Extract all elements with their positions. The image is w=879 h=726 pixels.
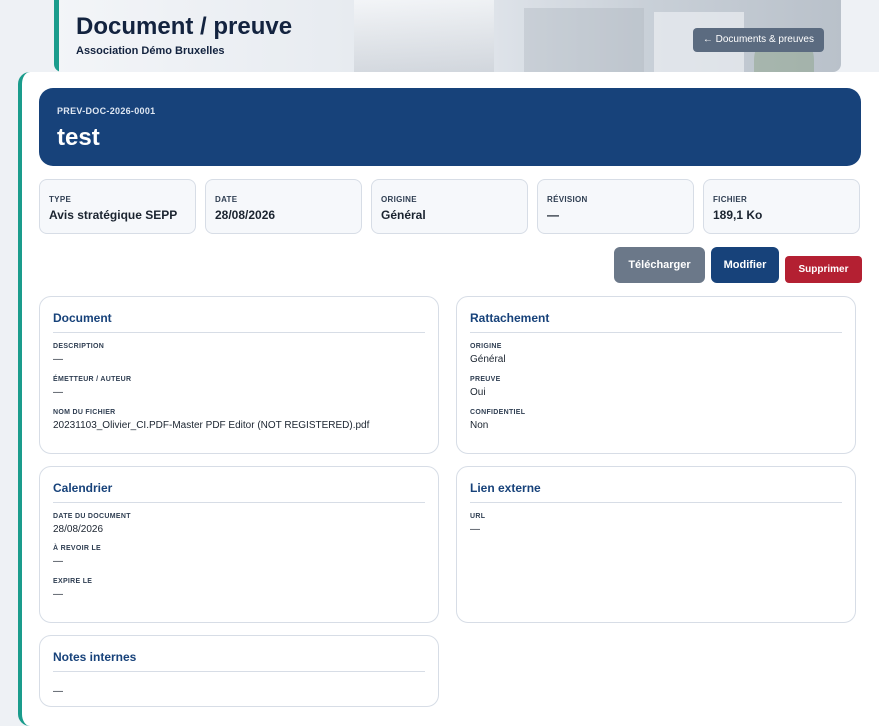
section-title: Calendrier (53, 481, 113, 495)
field-label: PREUVE (470, 376, 501, 383)
meta-type: TYPE Avis stratégique SEPP (39, 179, 196, 234)
meta-origine: ORIGINE Général (371, 179, 528, 234)
field-confidentiel: CONFIDENTIEL Non (470, 409, 525, 431)
meta-revision: RÉVISION — (537, 179, 694, 234)
section-divider (470, 332, 842, 333)
field-label: URL (470, 513, 486, 520)
field-label: ÉMETTEUR / AUTEUR (53, 376, 132, 383)
field-notes: — (53, 682, 63, 697)
field-value: — (53, 387, 63, 398)
edit-button[interactable]: Modifier (711, 247, 779, 283)
field-document-date: DATE DU DOCUMENT 28/08/2026 (53, 513, 131, 535)
field-label: À REVOIR LE (53, 545, 102, 552)
field-review-date: À REVOIR LE — (53, 545, 101, 567)
field-label: CONFIDENTIEL (470, 409, 526, 416)
meta-label: TYPE (49, 195, 72, 204)
meta-value: — (547, 208, 559, 222)
field-value: — (53, 686, 63, 697)
header-background-image (354, 0, 494, 72)
back-to-documents-button[interactable]: ← Documents & preuves (692, 28, 824, 52)
document-detail-card: PREV-DOC-2026-0001 test TYPE Avis straté… (18, 72, 879, 726)
section-notes-internes: Notes internes — (39, 635, 439, 707)
meta-value: Avis stratégique SEPP (49, 208, 178, 222)
section-title: Document (53, 311, 112, 325)
meta-label: FICHIER (713, 195, 748, 204)
section-divider (53, 332, 425, 333)
field-label: DATE DU DOCUMENT (53, 513, 131, 520)
document-reference: PREV-DOC-2026-0001 (57, 106, 156, 116)
field-value: 28/08/2026 (53, 524, 104, 535)
meta-label: RÉVISION (547, 195, 588, 204)
field-preuve: PREUVE Oui (470, 376, 501, 398)
field-value: — (470, 524, 480, 535)
field-value: Non (470, 420, 489, 431)
page-header: Document / preuve Association Démo Bruxe… (54, 0, 841, 72)
section-calendrier: Calendrier DATE DU DOCUMENT 28/08/2026 À… (39, 466, 439, 623)
field-emetteur: ÉMETTEUR / AUTEUR — (53, 376, 131, 398)
field-filename: NOM DU FICHIER 20231103_Olivier_CI.PDF-M… (53, 409, 369, 431)
field-value: — (53, 589, 63, 600)
header-background-image (524, 8, 644, 72)
meta-date: DATE 28/08/2026 (205, 179, 362, 234)
field-url: URL — (470, 513, 485, 535)
meta-value: 28/08/2026 (215, 208, 276, 222)
delete-button[interactable]: Supprimer (785, 256, 862, 283)
page-title: Document / preuve (76, 13, 293, 40)
header-accent-bar (54, 0, 59, 72)
field-value: — (53, 556, 63, 567)
field-value: Oui (470, 387, 486, 398)
section-title: Notes internes (53, 650, 137, 664)
field-value: Général (470, 354, 506, 365)
document-meta-row: TYPE Avis stratégique SEPP DATE 28/08/20… (39, 179, 861, 234)
meta-value: Général (381, 208, 426, 222)
field-origine: ORIGINE Général (470, 343, 506, 365)
field-expire-date: EXPIRE LE — (53, 578, 92, 600)
meta-fichier: FICHIER 189,1 Ko (703, 179, 860, 234)
field-label: ORIGINE (470, 343, 502, 350)
organization-name: Association Démo Bruxelles (76, 45, 225, 57)
section-lien-externe: Lien externe URL — (456, 466, 856, 623)
field-description: DESCRIPTION — (53, 343, 104, 365)
section-divider (470, 502, 842, 503)
field-value: — (53, 354, 63, 365)
document-actions: Télécharger Modifier Supprimer (614, 247, 862, 283)
meta-label: DATE (215, 195, 238, 204)
document-title: test (57, 124, 100, 151)
field-value: 20231103_Olivier_CI.PDF-Master PDF Edito… (53, 420, 370, 431)
document-banner: PREV-DOC-2026-0001 test (39, 88, 861, 166)
section-document: Document DESCRIPTION — ÉMETTEUR / AUTEUR… (39, 296, 439, 454)
field-label: EXPIRE LE (53, 578, 93, 585)
section-title: Rattachement (470, 311, 550, 325)
meta-label: ORIGINE (381, 195, 417, 204)
section-divider (53, 671, 425, 672)
field-label: DESCRIPTION (53, 343, 105, 350)
section-rattachement: Rattachement ORIGINE Général PREUVE Oui … (456, 296, 856, 454)
download-button[interactable]: Télécharger (614, 247, 705, 283)
field-label: NOM DU FICHIER (53, 409, 116, 416)
section-title: Lien externe (470, 481, 541, 495)
meta-value: 189,1 Ko (713, 208, 763, 222)
section-divider (53, 502, 425, 503)
